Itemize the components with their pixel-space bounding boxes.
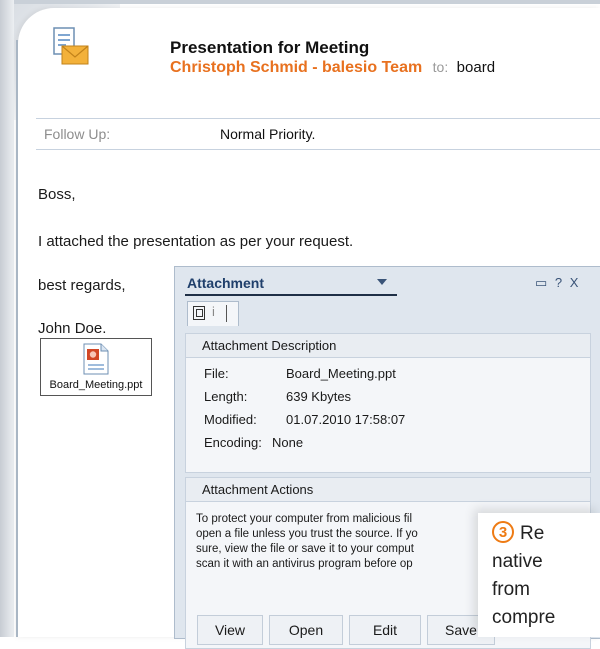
attachment-tab-icon[interactable]: [193, 306, 205, 320]
panel-title-underline: [185, 294, 397, 296]
detail-label: Length:: [204, 389, 248, 404]
email-envelope-icon: [53, 27, 89, 65]
detail-value: None: [272, 435, 304, 450]
sender-line: Christoph Schmid - balesio Team to: boar…: [170, 59, 495, 77]
callout-line: 3 Re: [492, 521, 544, 545]
detail-row-file: File: Board_Meeting.ppt: [204, 366, 396, 381]
warning-line: To protect your computer from malicious …: [196, 513, 413, 525]
detail-label: Encoding:: [204, 435, 262, 450]
callout-line: native: [492, 551, 543, 572]
attachment-file[interactable]: Board_Meeting.ppt: [40, 338, 152, 396]
actions-header: Attachment Actions: [186, 478, 590, 502]
detail-value: Board_Meeting.ppt: [286, 366, 396, 381]
detail-label: Modified:: [204, 412, 257, 427]
sender-name[interactable]: Christoph Schmid - balesio Team: [170, 59, 422, 76]
callout-text: Re: [520, 523, 545, 544]
panel-window-controls[interactable]: ▭ ? X: [535, 275, 580, 291]
actions-warning-text: To protect your computer from malicious …: [196, 512, 486, 572]
closing: best regards,: [38, 277, 126, 294]
callout-box: 3 Re native from compre: [478, 513, 600, 637]
detail-row-encoding: Encoding: None: [204, 435, 303, 450]
panel-tabs: i: [187, 301, 239, 326]
follow-up-label: Follow Up:: [44, 126, 111, 142]
edit-button[interactable]: Edit: [349, 615, 421, 645]
description-header: Attachment Description: [186, 334, 590, 358]
detail-label: File:: [204, 366, 229, 381]
view-button[interactable]: View: [197, 615, 263, 645]
callout-line: compre: [492, 607, 556, 628]
callout-number-badge: 3: [492, 521, 514, 543]
top-frame-bar: [0, 0, 600, 4]
body-line: I attached the presentation as per your …: [38, 233, 354, 250]
tab-separator: [226, 305, 227, 322]
powerpoint-file-icon: [83, 343, 109, 375]
open-button[interactable]: Open: [269, 615, 343, 645]
signature: John Doe.: [38, 320, 107, 337]
info-tab-icon[interactable]: i: [212, 304, 215, 319]
left-accent-line: [16, 40, 18, 637]
chevron-down-icon[interactable]: [377, 279, 387, 285]
detail-row-modified: Modified: 01.07.2010 17:58:07: [204, 412, 405, 427]
attachment-filename: Board_Meeting.ppt: [49, 379, 143, 391]
email-subject: Presentation for Meeting: [170, 38, 370, 57]
detail-value: 639 Kbytes: [286, 389, 352, 404]
panel-title[interactable]: Attachment: [187, 275, 264, 291]
greeting: Boss,: [38, 186, 76, 203]
callout-line: from: [492, 579, 530, 600]
detail-value: 01.07.2010 17:58:07: [286, 412, 406, 427]
priority-text: Normal Priority.: [220, 126, 316, 142]
attachment-description-section: Attachment Description File: Board_Meeti…: [185, 333, 591, 473]
to-label: to:: [432, 59, 449, 75]
warning-line: sure, view the file or save it to your c…: [196, 543, 414, 555]
recipient[interactable]: board: [457, 59, 495, 76]
follow-up-bar: Follow Up: Normal Priority.: [36, 118, 600, 150]
detail-row-length: Length: 639 Kbytes: [204, 389, 351, 404]
warning-line: scan it with an antivirus program before…: [196, 558, 413, 570]
left-frame-bar: [0, 0, 14, 637]
warning-line: open a file unless you trust the source.…: [196, 528, 418, 540]
